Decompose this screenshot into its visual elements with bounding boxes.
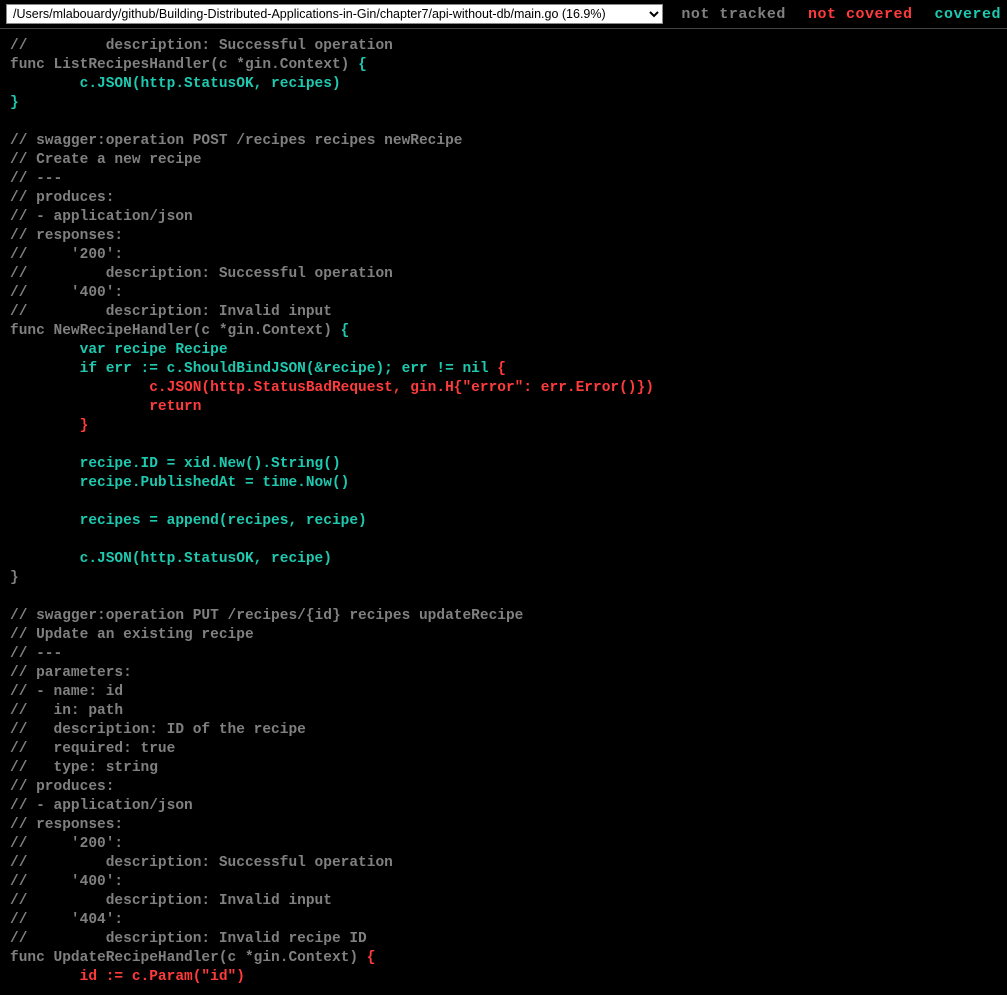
- legend-not-covered: not covered: [808, 6, 913, 23]
- coverage-topbar: /Users/mlabouardy/github/Building-Distri…: [0, 0, 1007, 29]
- code-line: if err := c.ShouldBindJSON(&recipe); err…: [10, 361, 497, 377]
- legend-covered: covered: [934, 6, 1001, 23]
- code-line: // type: string: [10, 760, 158, 776]
- code-line: // description: Invalid input: [10, 304, 332, 320]
- legend-not-tracked: not tracked: [681, 6, 786, 23]
- code-line: // description: Successful operation: [10, 38, 393, 54]
- code-line: // Create a new recipe: [10, 152, 201, 168]
- code-line: // '200':: [10, 247, 123, 263]
- code-line: c.JSON(http.StatusBadRequest, gin.H{"err…: [10, 380, 654, 396]
- code-line: // ---: [10, 171, 62, 187]
- code-line: func NewRecipeHandler(c *gin.Context): [10, 323, 341, 339]
- code-line: }: [10, 570, 19, 586]
- code-line: // swagger:operation POST /recipes recip…: [10, 133, 462, 149]
- code-line: // description: ID of the recipe: [10, 722, 306, 738]
- code-line: // in: path: [10, 703, 123, 719]
- code-line: recipe.ID = xid.New().String(): [10, 456, 341, 472]
- code-line: // description: Successful operation: [10, 855, 393, 871]
- code-line: // - application/json: [10, 209, 193, 225]
- code-line: func UpdateRecipeHandler(c *gin.Context): [10, 950, 367, 966]
- file-selector[interactable]: /Users/mlabouardy/github/Building-Distri…: [6, 4, 663, 24]
- code-line: // '200':: [10, 836, 123, 852]
- code-line: {: [497, 361, 506, 377]
- code-line: // ---: [10, 646, 62, 662]
- legend: not tracked not covered covered: [681, 6, 1001, 23]
- code-line: // parameters:: [10, 665, 132, 681]
- code-line: func ListRecipesHandler(c *gin.Context): [10, 57, 358, 73]
- code-line: // '400':: [10, 874, 123, 890]
- code-line: c.JSON(http.StatusOK, recipe): [10, 551, 332, 567]
- code-line: // - application/json: [10, 798, 193, 814]
- code-line: {: [367, 950, 376, 966]
- code-line: // '404':: [10, 912, 123, 928]
- code-line: return: [10, 399, 201, 415]
- code-line: // Update an existing recipe: [10, 627, 254, 643]
- code-viewer: // description: Successful operation fun…: [0, 29, 1007, 995]
- code-line: recipes = append(recipes, recipe): [10, 513, 367, 529]
- code-line: // required: true: [10, 741, 175, 757]
- code-line: {: [358, 57, 367, 73]
- code-line: // description: Invalid recipe ID: [10, 931, 367, 947]
- code-line: }: [10, 418, 88, 434]
- code-line: }: [10, 95, 19, 111]
- code-line: // swagger:operation PUT /recipes/{id} r…: [10, 608, 523, 624]
- code-line: var recipe Recipe: [10, 342, 228, 358]
- code-line: recipe.PublishedAt = time.Now(): [10, 475, 349, 491]
- code-line: // responses:: [10, 228, 123, 244]
- code-line: // '400':: [10, 285, 123, 301]
- code-line: // description: Successful operation: [10, 266, 393, 282]
- code-line: // description: Invalid input: [10, 893, 332, 909]
- code-line: id := c.Param("id"): [10, 969, 245, 985]
- code-line: // responses:: [10, 817, 123, 833]
- code-line: // - name: id: [10, 684, 123, 700]
- code-line: // produces:: [10, 190, 114, 206]
- code-line: {: [341, 323, 350, 339]
- code-line: // produces:: [10, 779, 114, 795]
- code-line: c.JSON(http.StatusOK, recipes): [10, 76, 341, 92]
